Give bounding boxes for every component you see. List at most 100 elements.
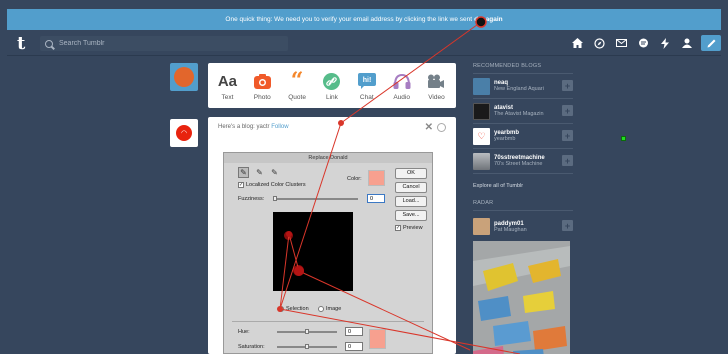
preview-checkbox[interactable]: ✓ Preview xyxy=(395,225,423,231)
banner-text: One quick thing: We need you to verify y… xyxy=(225,16,473,23)
dialog-title: Replace Donald xyxy=(224,153,432,163)
post-type-label: Link xyxy=(325,94,338,101)
checkbox-check-icon: ✓ xyxy=(238,182,244,188)
color-label: Color: xyxy=(347,176,362,182)
saturation-input[interactable]: 0 xyxy=(345,342,363,351)
pencil-icon xyxy=(707,39,715,47)
account-icon[interactable] xyxy=(676,30,698,56)
post-type-label: Photo xyxy=(253,94,271,101)
post-type-label: Text xyxy=(221,94,234,101)
top-header: t xyxy=(7,30,721,56)
recommended-blog[interactable]: neaq New England Aquari + xyxy=(473,74,573,99)
follow-plus-icon[interactable]: + xyxy=(562,130,573,141)
recommended-blog[interactable]: atavist The Atavist Magazin + xyxy=(473,99,573,124)
blog-thumb xyxy=(473,152,490,170)
compass-icon[interactable] xyxy=(437,123,446,132)
blog-subtitle: New England Aquari xyxy=(494,86,544,92)
activity-icon[interactable] xyxy=(654,30,676,56)
eyedropper-plus-icon[interactable]: ✎ xyxy=(254,167,265,178)
post-type-link[interactable]: Link xyxy=(315,70,348,101)
fuzziness-label: Fuzziness: xyxy=(238,196,265,202)
recommended-blog[interactable]: ♡ yearbmb yearbmb + xyxy=(473,124,573,149)
post-type-text[interactable]: Aa Text xyxy=(211,70,244,102)
preview-blob xyxy=(293,265,304,276)
fuzziness-knob[interactable] xyxy=(273,196,277,201)
post-text: Here's a blog: yactr xyxy=(218,124,270,130)
saturation-slider[interactable] xyxy=(277,344,337,349)
hue-knob[interactable] xyxy=(305,329,309,334)
blog-subtitle: yearbmb xyxy=(494,136,516,142)
selection-label: Selection xyxy=(286,306,309,312)
save-button[interactable]: Save... xyxy=(395,210,427,221)
radio-off-icon xyxy=(318,306,324,312)
blog-avatar-icon: ◠ xyxy=(176,125,192,141)
post-type-photo[interactable]: Photo xyxy=(246,70,279,101)
link-icon xyxy=(323,70,341,92)
radar-blog[interactable]: paddym01 Pat Maughan + xyxy=(473,214,573,239)
close-icon[interactable]: ✕ xyxy=(425,122,433,133)
cancel-button[interactable]: Cancel xyxy=(395,182,427,193)
result-swatch[interactable] xyxy=(369,329,386,349)
fuzziness-input[interactable]: 0 xyxy=(367,194,385,203)
explore-icon[interactable] xyxy=(588,30,610,56)
nav-icons xyxy=(566,30,721,56)
blog-subtitle: The Atavist Magazin xyxy=(494,111,544,117)
post-type-audio[interactable]: Audio xyxy=(385,70,418,101)
inbox-icon[interactable] xyxy=(610,30,632,56)
explore-link[interactable]: Explore all of Tumblr xyxy=(473,183,573,189)
post-type-quote[interactable]: “ Quote xyxy=(281,68,314,101)
follow-plus-icon[interactable]: + xyxy=(562,105,573,116)
post-header: Here's a blog: yactr Follow xyxy=(218,124,289,130)
eyedropper-icon[interactable]: ✎ xyxy=(238,167,249,178)
recommended-title: RECOMMENDED BLOGS xyxy=(473,63,542,69)
load-button[interactable]: Load... xyxy=(395,196,427,207)
checkbox-check-icon: ✓ xyxy=(395,225,401,231)
tumblr-logo[interactable]: t xyxy=(17,33,25,54)
hue-slider[interactable] xyxy=(277,329,337,334)
home-icon[interactable] xyxy=(566,30,588,56)
quote-icon: “ xyxy=(290,68,304,94)
fuzziness-slider[interactable] xyxy=(273,196,358,201)
avatar-face-icon xyxy=(174,67,194,87)
hue-input[interactable]: 0 xyxy=(345,327,363,336)
localized-clusters-checkbox[interactable]: ✓ Localized Color Clusters xyxy=(238,182,306,188)
follow-plus-icon[interactable]: + xyxy=(562,155,573,166)
radar-subtitle: Pat Maughan xyxy=(494,226,527,233)
compose-button[interactable] xyxy=(701,35,721,51)
right-sidebar: RECOMMENDED BLOGS neaq New England Aquar… xyxy=(473,63,573,354)
selection-radio[interactable]: Selection xyxy=(278,306,309,312)
color-swatch[interactable] xyxy=(368,170,385,186)
saturation-label: Saturation: xyxy=(238,344,265,350)
post-type-label: Chat xyxy=(359,94,374,101)
post-type-label: Audio xyxy=(393,94,410,101)
messages-icon[interactable] xyxy=(632,30,654,56)
post-type-video[interactable]: Video xyxy=(420,70,453,101)
blog-avatar[interactable]: ◠ xyxy=(170,119,198,147)
preview-blob xyxy=(284,231,293,240)
text-icon: Aa xyxy=(217,72,238,90)
post-type-chat[interactable]: hi! Chat xyxy=(350,70,383,101)
radio-on-icon xyxy=(278,306,284,312)
search-bar[interactable] xyxy=(40,36,288,51)
radar-photo[interactable] xyxy=(473,241,570,354)
search-icon xyxy=(45,39,53,48)
saturation-knob[interactable] xyxy=(305,344,309,349)
radar-title: RADAR xyxy=(473,200,494,206)
sidebar-divider xyxy=(473,210,573,211)
blog-thumb xyxy=(473,77,490,95)
replace-color-dialog: Replace Donald ✎ ✎ ✎ ✓ Localized Color C… xyxy=(223,152,433,354)
eyedropper-minus-icon[interactable]: ✎ xyxy=(269,167,280,178)
follow-link[interactable]: Follow xyxy=(271,124,288,130)
ok-button[interactable]: OK xyxy=(395,168,427,179)
search-input[interactable] xyxy=(59,40,259,47)
resend-link[interactable]: d it again xyxy=(474,16,503,23)
recommended-blog[interactable]: 70sstreetmachine 70's Street Machine + xyxy=(473,149,573,174)
image-label: Image xyxy=(326,306,342,312)
follow-plus-icon[interactable]: + xyxy=(562,80,573,91)
image-radio[interactable]: Image xyxy=(318,306,341,312)
post-type-bar: Aa Text Photo “ Quote Link hi! Chat Audi… xyxy=(208,63,456,108)
user-avatar[interactable] xyxy=(170,63,198,91)
selection-preview[interactable] xyxy=(273,212,353,291)
follow-plus-icon[interactable]: + xyxy=(562,220,573,231)
radar-avatar xyxy=(473,218,490,235)
